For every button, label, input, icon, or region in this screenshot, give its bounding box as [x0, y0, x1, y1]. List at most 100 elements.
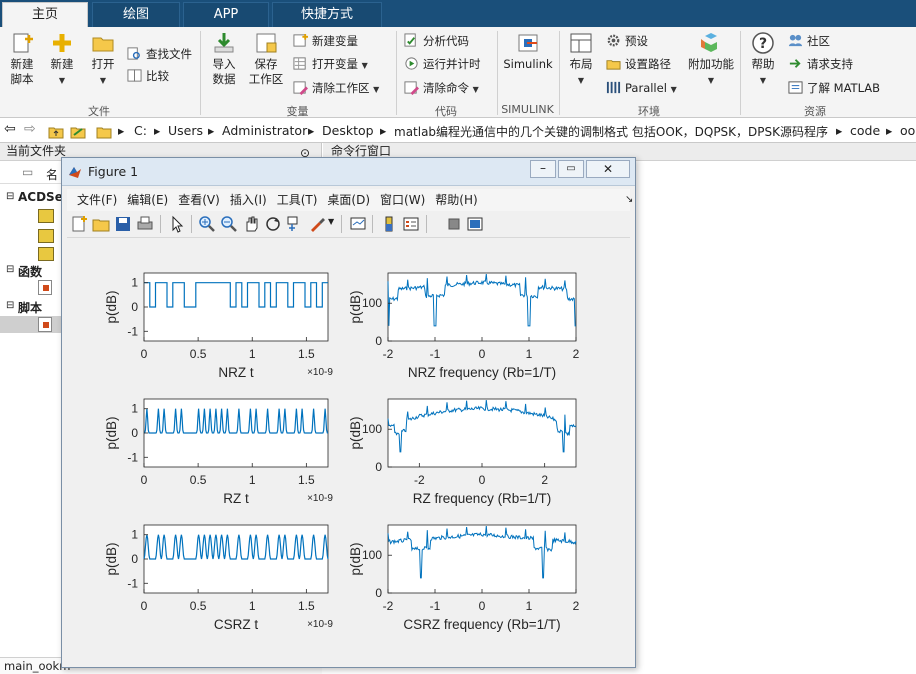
x-tick-label: 1.5 [298, 599, 315, 613]
minimize-button[interactable]: – [530, 160, 556, 178]
import-data-button[interactable]: 导入 数据 [206, 31, 242, 87]
run-and-time-button[interactable]: 运行并计时 [404, 55, 481, 73]
rotate-3d-icon[interactable] [264, 215, 282, 233]
dock-icon[interactable]: ↘ [625, 189, 633, 211]
menu-file[interactable]: 文件(F) [77, 189, 117, 211]
simulink-button[interactable]: Simulink [502, 31, 554, 72]
parallel-button[interactable]: Parallel ▼ [606, 79, 677, 97]
breadcrumb-item[interactable]: code [850, 123, 880, 138]
function-file-icon[interactable] [38, 280, 52, 295]
new-script-button[interactable]: 新建 脚本 [4, 31, 40, 87]
pointer-icon[interactable] [168, 215, 186, 233]
menu-view[interactable]: 查看(V) [178, 189, 220, 211]
address-bar[interactable]: ⇦ ⇨ ▸ C: ▸ Users ▸ Administrator ▸ Deskt… [0, 119, 916, 143]
maximize-button[interactable]: ▭ [558, 160, 584, 178]
ribbon-tab-bar: 主页 绘图 APP 快捷方式 [0, 0, 916, 27]
request-support-button[interactable]: 请求支持 [788, 55, 853, 73]
forward-arrow-icon[interactable]: ⇨ [24, 121, 36, 137]
browse-folder-icon[interactable] [70, 123, 86, 139]
menu-tools[interactable]: 工具(T) [277, 189, 318, 211]
add-ons-button[interactable]: 附加功能 ▼ [688, 31, 734, 88]
set-path-button[interactable]: 设置路径 [606, 55, 671, 73]
hide-plot-tools-icon[interactable] [445, 215, 463, 233]
link-plot-icon[interactable] [349, 215, 367, 233]
figure-title-bar[interactable]: Figure 1 – ▭ ✕ [62, 158, 635, 186]
x-tick-label: 1.5 [298, 347, 315, 361]
breadcrumb-item[interactable]: C: [134, 123, 147, 138]
new-button[interactable]: 新建 ▼ [45, 31, 79, 88]
analyze-code-button[interactable]: 分析代码 [404, 32, 469, 50]
folder-open-icon [92, 37, 114, 52]
pan-hand-icon[interactable] [242, 215, 260, 233]
fig-file-icon[interactable] [38, 229, 54, 243]
show-plot-tools-icon[interactable] [466, 215, 484, 233]
fig-file-icon[interactable] [38, 209, 54, 223]
preferences-button[interactable]: 预设 [606, 32, 648, 50]
tab-shortcuts[interactable]: 快捷方式 [272, 2, 382, 27]
chevron-down-icon[interactable]: ▼ [328, 217, 334, 226]
zoom-in-icon[interactable] [198, 215, 216, 233]
print-icon[interactable] [136, 215, 154, 233]
zoom-out-icon[interactable] [220, 215, 238, 233]
learn-matlab-button[interactable]: 了解 MATLAB [788, 79, 880, 97]
clear-workspace-button[interactable]: 清除工作区 ▼ [293, 79, 379, 97]
breadcrumb-item[interactable]: matlab编程光通信中的几个关键的调制格式 包括OOK，DQPSK，DPSK源… [394, 123, 828, 140]
back-arrow-icon[interactable]: ⇦ [4, 121, 16, 137]
figure-toolbar: ▼ [67, 211, 630, 238]
open-button[interactable]: 打开 ▼ [86, 31, 120, 88]
layout-button[interactable]: 布局 ▼ [564, 31, 598, 88]
community-icon [788, 34, 803, 47]
open-variable-button[interactable]: 打开变量 ▼ [293, 55, 368, 73]
tab-plots[interactable]: 绘图 [92, 2, 180, 27]
new-figure-icon[interactable] [70, 215, 88, 233]
colorbar-icon[interactable] [380, 215, 398, 233]
breadcrumb-item[interactable]: oo [900, 123, 915, 138]
x-axis-label: NRZ frequency (Rb=1/T) [408, 365, 556, 380]
x-tick-label: 0 [479, 473, 486, 487]
tab-apps[interactable]: APP [183, 2, 269, 27]
new-variable-button[interactable]: 新建变量 [293, 32, 358, 50]
breadcrumb-item[interactable]: Users [168, 123, 203, 138]
fig-file-icon[interactable] [38, 247, 54, 261]
breadcrumb-item[interactable]: Desktop [322, 123, 374, 138]
save-workspace-button[interactable]: 保存 工作区 [246, 31, 286, 87]
functions-section-label: 函数 [18, 265, 43, 279]
group-label-file: 文件 [88, 105, 110, 118]
figure-canvas[interactable]: 1 0 -1 0 0.5 1 1.5 ×10-9 NRZ t p(dB) 100 0 -2 -1 0 1 2 NR… [67, 240, 630, 660]
compare-button[interactable]: 比较 [127, 67, 169, 85]
figure-window[interactable]: Figure 1 – ▭ ✕ 文件(F) 编辑(E) 查看(V) 插入(I) 工具(T)… [61, 157, 636, 668]
menu-desktop[interactable]: 桌面(D) [327, 189, 370, 211]
help-icon: ? [752, 32, 774, 54]
x-tick-label: 1 [249, 347, 256, 361]
expand-icon[interactable]: ⊟ [6, 191, 14, 202]
menu-edit[interactable]: 编辑(E) [127, 189, 168, 211]
menu-window[interactable]: 窗口(W) [380, 189, 425, 211]
help-button[interactable]: ? 帮助 ▼ [746, 31, 780, 88]
breadcrumb-separator: ▸ [208, 123, 215, 138]
legend-icon[interactable] [402, 215, 420, 233]
close-button[interactable]: ✕ [586, 160, 630, 178]
x-tick-label: 1 [249, 473, 256, 487]
brush-icon[interactable] [308, 215, 326, 233]
up-folder-icon[interactable] [48, 123, 64, 139]
expand-icon[interactable]: ⊟ [6, 264, 14, 275]
simulink-icon [518, 34, 538, 52]
scripts-section-label: 脚本 [18, 301, 43, 315]
toolbar-divider [160, 215, 161, 233]
menu-help[interactable]: 帮助(H) [435, 189, 477, 211]
community-button[interactable]: 社区 [788, 32, 830, 50]
tab-home[interactable]: 主页 [2, 2, 88, 27]
breadcrumb-item[interactable]: Administrator [222, 123, 307, 138]
find-files-label: 查找文件 [146, 47, 192, 61]
clear-commands-button[interactable]: 清除命令 ▼ [404, 79, 479, 97]
x-tick-label: 0 [141, 599, 148, 613]
find-files-button[interactable]: 查找文件 [127, 45, 192, 63]
y-axis-label: p(dB) [104, 416, 119, 449]
x-tick-label: -2 [414, 473, 425, 487]
data-cursor-icon[interactable] [286, 215, 304, 233]
expand-icon[interactable]: ⊟ [6, 300, 14, 311]
save-icon[interactable] [114, 215, 132, 233]
menu-insert[interactable]: 插入(I) [230, 189, 267, 211]
open-file-icon[interactable] [92, 215, 110, 233]
folder-section-label: ACDSe [18, 190, 63, 204]
